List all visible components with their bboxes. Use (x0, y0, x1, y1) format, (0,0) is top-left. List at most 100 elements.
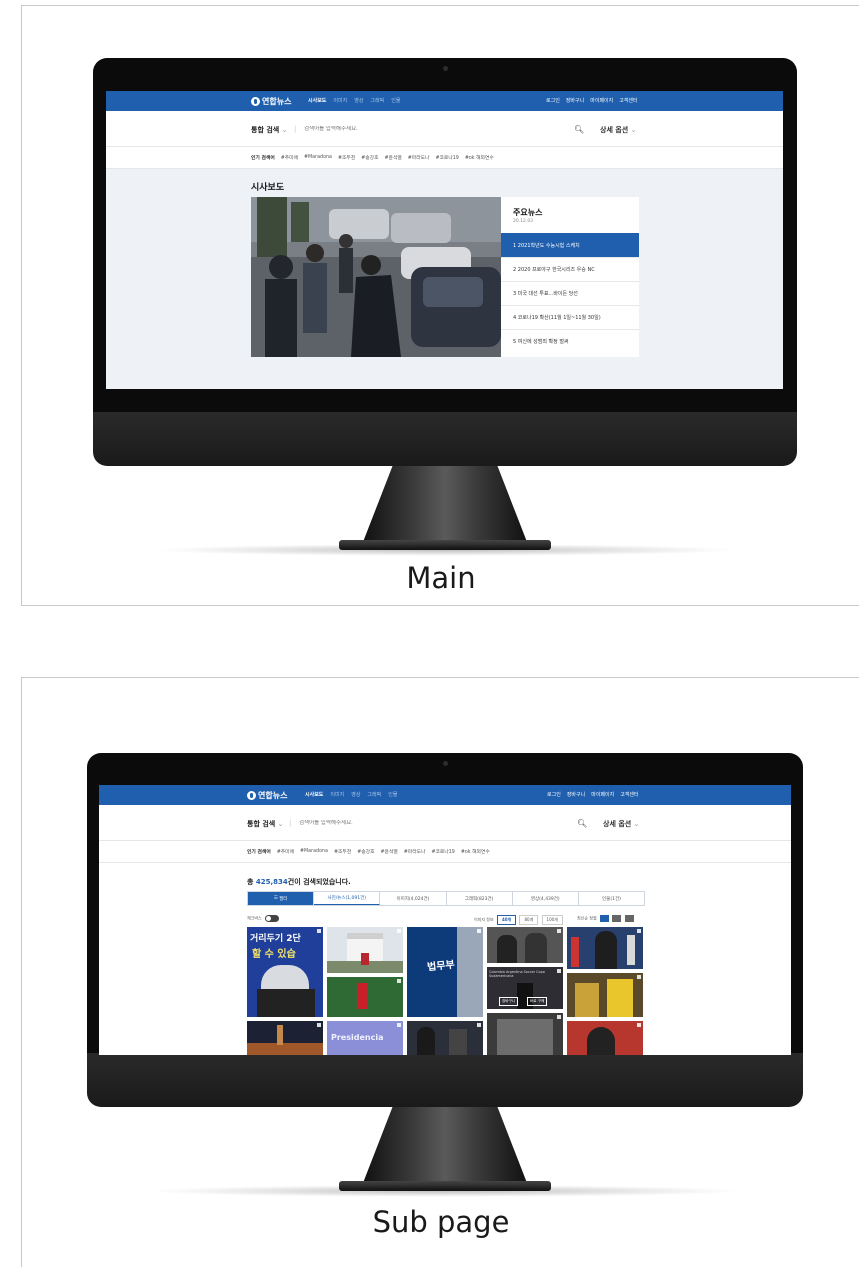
tab-graphic[interactable]: 그래픽(823건) (447, 892, 513, 905)
thumbnail-card[interactable] (327, 977, 403, 1017)
top-news-item[interactable]: 1 2021학년도 수능시험 스케치 (501, 233, 639, 257)
tab-photo-news[interactable]: 사진/뉴스(1,091건) (314, 892, 381, 905)
list-view-icon[interactable] (612, 915, 622, 922)
monitor-stand (363, 466, 527, 542)
keyword-link[interactable]: #추미애 (277, 848, 294, 855)
keyword-link[interactable]: #Maradona (304, 155, 332, 160)
divider: | (294, 125, 297, 133)
grid-view-icon[interactable] (599, 915, 609, 922)
thumbnail-card[interactable] (407, 1021, 483, 1055)
thumbnail-card[interactable]: Presidencia (327, 1021, 403, 1055)
select-checkbox[interactable] (637, 1023, 641, 1027)
select-checkbox[interactable] (397, 979, 401, 983)
select-checkbox[interactable] (317, 1023, 321, 1027)
keyword-link[interactable]: #추미애 (281, 154, 298, 161)
nav-item-graphic[interactable]: 그래픽 (367, 791, 381, 798)
nav-item-video[interactable]: 영상 (354, 97, 363, 104)
nav-item-people[interactable]: 인물 (391, 97, 400, 104)
select-checkbox[interactable] (317, 929, 321, 933)
tab-people[interactable]: 인물(1건) (579, 892, 644, 905)
advanced-options-button[interactable]: 상세 옵션 ⌄ (603, 819, 640, 829)
mypage-link[interactable]: 마이페이지 (591, 791, 614, 798)
thumbnail-card[interactable] (327, 927, 403, 973)
keyword-link[interactable]: #ok 해외연수 (465, 154, 494, 161)
nav-item-people[interactable]: 인물 (388, 791, 397, 798)
search-icon[interactable]: 🔍︎ (577, 819, 587, 828)
top-news-item[interactable]: 3 미국 대선 투표...바이든 당선 (501, 281, 639, 305)
toggle-switch[interactable] (264, 915, 279, 922)
thumbnail-card[interactable] (487, 1013, 563, 1055)
select-checkbox[interactable] (637, 975, 641, 979)
thumbnail-card[interactable]: Colombia Argentina Soccer Copa Sudameric… (487, 967, 563, 1009)
select-checkbox[interactable] (557, 929, 561, 933)
thumbnail-card[interactable] (567, 1021, 643, 1055)
select-checkbox[interactable] (557, 969, 561, 973)
support-link[interactable]: 고객센터 (620, 791, 638, 798)
thumbnail-card[interactable] (487, 927, 563, 963)
keyword-link[interactable]: #마라도나 (404, 848, 426, 855)
sort-select[interactable]: 최신순 정렬 (577, 916, 597, 921)
keyword-link[interactable]: #윤석열 (385, 154, 402, 161)
cart-link[interactable]: 장바구니 (567, 791, 585, 798)
support-link[interactable]: 고객센터 (619, 97, 637, 104)
keyword-link[interactable]: #조두천 (334, 848, 351, 855)
keyword-link[interactable]: #조두천 (338, 154, 355, 161)
tab-image[interactable]: 이미지(4,024건) (380, 892, 447, 905)
buy-now-button[interactable]: 바로 구매 (527, 997, 548, 1006)
page-size-option[interactable]: 100개 (541, 915, 563, 925)
chevron-down-icon: ⌄ (281, 126, 288, 134)
nav-item-news[interactable]: 시사보도 (308, 97, 326, 104)
thumbnail-card[interactable] (567, 973, 643, 1017)
top-news-item[interactable]: 4 코로나19 확산(11월 1일~11월 30일) (501, 305, 639, 329)
login-link[interactable]: 로그인 (546, 97, 560, 104)
page-size-option[interactable]: 40개 (496, 915, 517, 925)
nav-item-graphic[interactable]: 그래픽 (370, 97, 384, 104)
select-checkbox[interactable] (477, 929, 481, 933)
advanced-options-button[interactable]: 상세 옵션 ⌄ (600, 125, 637, 135)
thumbnail-card[interactable] (567, 927, 643, 969)
mypage-link[interactable]: 마이페이지 (590, 97, 613, 104)
select-checkbox[interactable] (477, 1023, 481, 1027)
keyword-link[interactable]: #마라도나 (408, 154, 430, 161)
thumbnail-card[interactable] (247, 1021, 323, 1055)
nav-item-image[interactable]: 이미지 (333, 97, 347, 104)
keyword-link[interactable]: #송강호 (357, 848, 374, 855)
hero-news-photo[interactable] (251, 197, 501, 357)
search-icon[interactable]: 🔍︎ (574, 125, 584, 134)
search-input[interactable] (304, 126, 454, 132)
thumbnail-card[interactable]: 법무부 (407, 927, 483, 1017)
select-checkbox[interactable] (397, 929, 401, 933)
keyword-link[interactable]: #코로나19 (431, 848, 454, 855)
site-logo[interactable]: 연합뉴스 (247, 790, 287, 801)
monitor-chin (87, 1053, 803, 1107)
keyword-link[interactable]: #Maradona (300, 849, 328, 854)
hero-photo-illustration (251, 197, 501, 357)
checkbox-toggle[interactable]: 체크박스 (247, 915, 279, 925)
thumbnail-card[interactable]: 거리두기 2단 할 수 있습 (247, 927, 323, 1017)
compact-view-icon[interactable] (624, 915, 634, 922)
nav-item-news[interactable]: 시사보도 (305, 791, 323, 798)
monitor-sub: 연합뉴스 시사보도 이미지 영상 그래픽 인물 로그인 장바구니 마이페이지 고… (87, 753, 803, 1201)
site-logo[interactable]: 연합뉴스 (251, 96, 291, 107)
nav-item-video[interactable]: 영상 (351, 791, 360, 798)
keyword-link[interactable]: #ok 해외연수 (461, 848, 490, 855)
search-input[interactable] (299, 820, 449, 826)
cart-link[interactable]: 장바구니 (566, 97, 584, 104)
top-news-item[interactable]: 5 여신에 성범죄 확정 벌써 (501, 329, 639, 353)
login-link[interactable]: 로그인 (547, 791, 561, 798)
top-news-item[interactable]: 2 2020 프로야구 한국시리즈 우승 NC (501, 257, 639, 281)
keyword-link[interactable]: #송강호 (361, 154, 378, 161)
keyword-link[interactable]: #윤석열 (381, 848, 398, 855)
add-to-cart-button[interactable]: 장바구니 (499, 997, 519, 1006)
filter-button[interactable]: ☰ 필터 (248, 892, 315, 905)
tab-video[interactable]: 영상(4,439건) (513, 892, 579, 905)
search-scope-select[interactable]: 통합 검색 ⌄ (251, 125, 288, 135)
select-checkbox[interactable] (557, 1015, 561, 1019)
search-scope-select[interactable]: 통합 검색 ⌄ (247, 819, 284, 829)
keyword-link[interactable]: #코로나19 (435, 154, 458, 161)
select-checkbox[interactable] (397, 1023, 401, 1027)
page-size-option[interactable]: 80개 (519, 915, 539, 925)
camera-icon (443, 761, 448, 766)
nav-item-image[interactable]: 이미지 (330, 791, 344, 798)
select-checkbox[interactable] (637, 929, 641, 933)
